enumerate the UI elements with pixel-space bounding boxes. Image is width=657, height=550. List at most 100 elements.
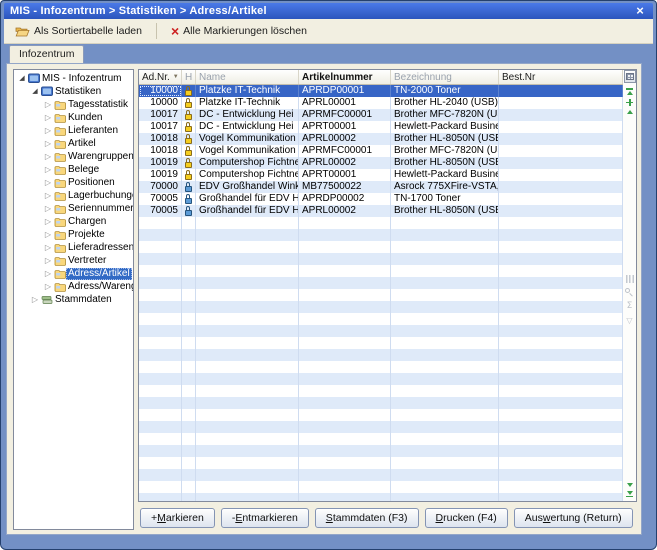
- expand-arrow-icon[interactable]: ▷: [43, 98, 53, 111]
- close-button[interactable]: ×: [633, 5, 647, 17]
- tree-item-artikel[interactable]: ▷Artikel: [14, 137, 133, 150]
- table-empty-row[interactable]: [139, 493, 623, 501]
- tree-item-projekte[interactable]: ▷Projekte: [14, 228, 133, 241]
- expand-arrow-icon[interactable]: ▷: [43, 202, 53, 215]
- load-sort-table-button[interactable]: Als Sortiertabelle laden: [9, 22, 148, 40]
- auswertung-button[interactable]: Auswertung (Return): [514, 508, 633, 528]
- table-empty-row[interactable]: [139, 217, 623, 229]
- tree-item-adress-artikel[interactable]: ▷Adress/Artikel: [14, 267, 133, 280]
- table-empty-row[interactable]: [139, 337, 623, 349]
- tree-item-mis-infozentrum[interactable]: ◢MIS - Infozentrum: [14, 72, 133, 85]
- expand-arrow-icon[interactable]: ▷: [43, 163, 53, 176]
- tree-item-warengruppen[interactable]: ▷Warengruppen: [14, 150, 133, 163]
- table-empty-row[interactable]: [139, 469, 623, 481]
- table-row[interactable]: 10019Computershop FichtneAPRT00001Hewlet…: [139, 169, 623, 181]
- table-row[interactable]: 10019Computershop FichtneAPRL00002Brothe…: [139, 157, 623, 169]
- scroll-bottom-icon[interactable]: [626, 491, 633, 499]
- table-row[interactable]: 10017DC - Entwicklung HeiAPRMFC00001Brot…: [139, 109, 623, 121]
- scroll-top-icon[interactable]: [626, 87, 633, 95]
- sum-icon[interactable]: Σ: [627, 302, 633, 311]
- tree-item-statistiken[interactable]: ◢Statistiken: [14, 85, 133, 98]
- tree-item-lagerbuchungen[interactable]: ▷Lagerbuchungen: [14, 189, 133, 202]
- scroll-down-icon[interactable]: [627, 483, 633, 487]
- table-empty-row[interactable]: [139, 397, 623, 409]
- column-header-bezeichnung[interactable]: Bezeichnung: [391, 70, 499, 84]
- column-header-name[interactable]: Name: [196, 70, 299, 84]
- filter-icon[interactable]: ▽: [626, 316, 632, 325]
- table-empty-row[interactable]: [139, 409, 623, 421]
- table-empty-row[interactable]: [139, 373, 623, 385]
- stammdaten-button[interactable]: Stammdaten (F3): [315, 508, 419, 528]
- cell-adnr: [139, 361, 182, 373]
- expand-arrow-icon[interactable]: ▷: [43, 254, 53, 267]
- table-empty-row[interactable]: [139, 289, 623, 301]
- collapse-arrow-icon[interactable]: ◢: [30, 85, 40, 98]
- tree-item-tagesstatistik[interactable]: ▷Tagesstatistik: [14, 98, 133, 111]
- table-empty-row[interactable]: [139, 481, 623, 493]
- expand-arrow-icon[interactable]: ▷: [30, 293, 40, 306]
- expand-arrow-icon[interactable]: ▷: [43, 189, 53, 202]
- cell-h: [182, 481, 196, 493]
- table-empty-row[interactable]: [139, 241, 623, 253]
- expand-arrow-icon[interactable]: ▷: [43, 111, 53, 124]
- table-empty-row[interactable]: [139, 265, 623, 277]
- expand-arrow-icon[interactable]: ▷: [43, 124, 53, 137]
- table-empty-row[interactable]: [139, 385, 623, 397]
- table-empty-row[interactable]: [139, 229, 623, 241]
- expand-arrow-icon[interactable]: ▷: [43, 241, 53, 254]
- cell-adnr: 10000: [139, 85, 182, 97]
- cell-name: [196, 373, 299, 385]
- entmarkieren-button[interactable]: - Entmarkieren: [221, 508, 309, 528]
- table-empty-row[interactable]: [139, 445, 623, 457]
- table-empty-row[interactable]: [139, 277, 623, 289]
- tree-item-kunden[interactable]: ▷Kunden: [14, 111, 133, 124]
- table-row[interactable]: 70000EDV Großhandel WinklMB77500022Asroc…: [139, 181, 623, 193]
- table-row[interactable]: 10000Platzke IT-TechnikAPRDP00001TN-2000…: [139, 85, 623, 97]
- expand-arrow-icon[interactable]: ▷: [43, 228, 53, 241]
- table-empty-row[interactable]: [139, 301, 623, 313]
- scroll-up-icon[interactable]: [627, 110, 633, 114]
- table-row[interactable]: 70005Großhandel für EDV HAPRDP00002TN-17…: [139, 193, 623, 205]
- column-header-adnr[interactable]: Ad.Nr.▼: [139, 70, 182, 84]
- table-row[interactable]: 70005Großhandel für EDV HAPRL00002Brothe…: [139, 205, 623, 217]
- table-empty-row[interactable]: [139, 349, 623, 361]
- table-empty-row[interactable]: [139, 421, 623, 433]
- drucken-button[interactable]: Drucken (F4): [425, 508, 508, 528]
- tree-item-lieferanten[interactable]: ▷Lieferanten: [14, 124, 133, 137]
- table-empty-row[interactable]: [139, 457, 623, 469]
- expand-arrow-icon[interactable]: ▷: [43, 137, 53, 150]
- clear-marks-button[interactable]: × Alle Markierungen löschen: [165, 22, 313, 40]
- search-icon[interactable]: [625, 288, 634, 297]
- tree-item-vertreter[interactable]: ▷Vertreter: [14, 254, 133, 267]
- column-chooser-button[interactable]: [624, 70, 636, 83]
- plus-icon[interactable]: [626, 99, 633, 106]
- tree-item-chargen[interactable]: ▷Chargen: [14, 215, 133, 228]
- markieren-button[interactable]: + Markieren: [140, 508, 215, 528]
- column-header-h[interactable]: H: [182, 70, 196, 84]
- tree-item-belege[interactable]: ▷Belege: [14, 163, 133, 176]
- table-row[interactable]: 10018Vogel KommunikationAPRL00002Brother…: [139, 133, 623, 145]
- column-header-bestnr[interactable]: Best.Nr: [499, 70, 623, 84]
- collapse-arrow-icon[interactable]: ◢: [17, 72, 27, 85]
- table-row[interactable]: 10017DC - Entwicklung HeiAPRT00001Hewlet…: [139, 121, 623, 133]
- expand-arrow-icon[interactable]: ▷: [43, 267, 53, 280]
- tree-item-stammdaten[interactable]: ▷Stammdaten: [14, 293, 133, 306]
- table-empty-row[interactable]: [139, 253, 623, 265]
- tree-item-positionen[interactable]: ▷Positionen: [14, 176, 133, 189]
- column-header-artikelnummer[interactable]: Artikelnummer: [299, 70, 391, 84]
- tab-infozentrum[interactable]: Infozentrum: [9, 45, 84, 63]
- table-row[interactable]: 10000Platzke IT-TechnikAPRL00001Brother …: [139, 97, 623, 109]
- table-empty-row[interactable]: [139, 325, 623, 337]
- expand-arrow-icon[interactable]: ▷: [43, 176, 53, 189]
- table-empty-row[interactable]: [139, 433, 623, 445]
- tree-item-seriennummern[interactable]: ▷Seriennummern: [14, 202, 133, 215]
- table-empty-row[interactable]: [139, 313, 623, 325]
- expand-arrow-icon[interactable]: ▷: [43, 280, 53, 293]
- tree-item-lieferadressen[interactable]: ▷Lieferadressen: [14, 241, 133, 254]
- columns-icon[interactable]: [626, 275, 634, 283]
- expand-arrow-icon[interactable]: ▷: [43, 215, 53, 228]
- tree-item-adress-warengruppen[interactable]: ▷Adress/Warengruppen: [14, 280, 133, 293]
- expand-arrow-icon[interactable]: ▷: [43, 150, 53, 163]
- table-empty-row[interactable]: [139, 361, 623, 373]
- table-row[interactable]: 10018Vogel KommunikationAPRMFC00001Broth…: [139, 145, 623, 157]
